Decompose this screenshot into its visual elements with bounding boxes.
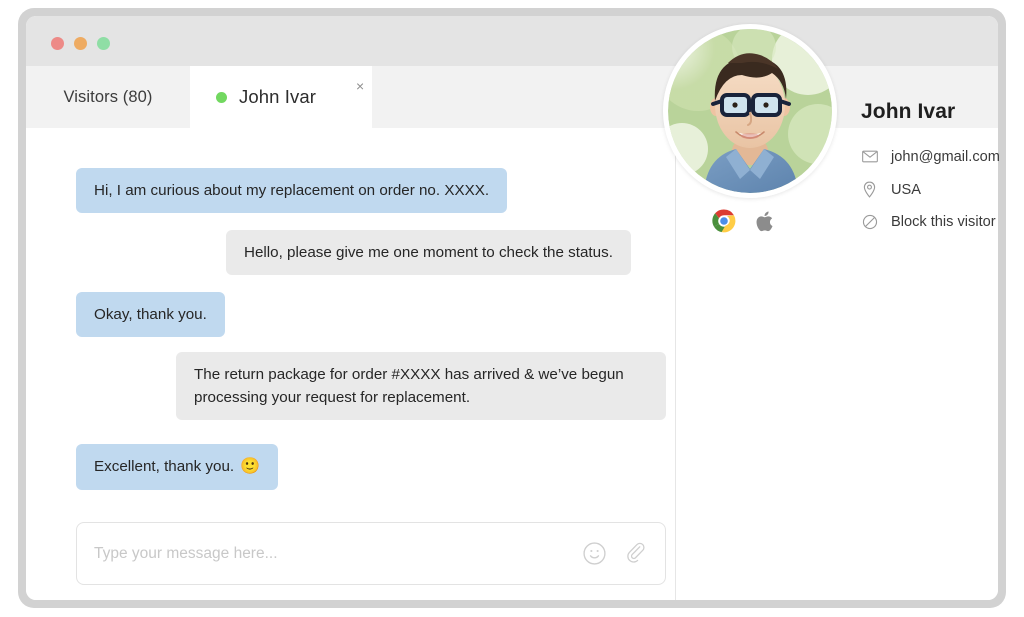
profile-email-row: john@gmail.com — [861, 148, 1000, 165]
message-text: Hi, I am curious about my replacement on… — [94, 182, 490, 199]
message-bubble-agent: Hello, please give me one moment to chec… — [226, 230, 631, 276]
visitor-info-sidebar: Transcript Transfer chat — [676, 128, 998, 600]
window-minimize-button[interactable] — [74, 37, 87, 50]
close-icon[interactable]: × — [356, 79, 364, 93]
block-visitor-row[interactable]: Block this visitor — [861, 213, 996, 230]
message-bubble-agent: The return package for order #XXXX has a… — [176, 352, 666, 421]
tab-john-ivar[interactable]: John Ivar — [190, 66, 372, 128]
message-list: Hi, I am curious about my replacement on… — [26, 128, 675, 508]
window-maximize-button[interactable] — [97, 37, 110, 50]
message-bubble-visitor: Excellent, thank you. 🙂 — [76, 444, 279, 491]
attachment-icon[interactable] — [623, 541, 649, 567]
tab-visitors[interactable]: Visitors (80) — [26, 66, 190, 128]
message-text: Okay, thank you. — [94, 306, 207, 323]
message-row: Hello, please give me one moment to chec… — [226, 230, 631, 276]
visitor-tech-icons — [712, 209, 774, 238]
chrome-icon — [712, 209, 736, 238]
titlebar — [26, 16, 998, 66]
message-row: The return package for order #XXXX has a… — [176, 352, 666, 421]
message-text: Excellent, thank you. — [94, 458, 235, 475]
tab-john-ivar-label: John Ivar — [239, 86, 316, 107]
window-frame: Visitors (80) John Ivar × Hi, I am curio… — [18, 8, 1006, 608]
message-input[interactable] — [77, 544, 581, 563]
message-row: Okay, thank you. — [76, 292, 225, 338]
smiley-emoji-icon: 🙂 — [240, 458, 261, 475]
profile-email-value: john@gmail.com — [891, 148, 1000, 165]
block-icon — [861, 213, 878, 230]
avatar — [663, 24, 837, 198]
tab-visitors-label: Visitors (80) — [63, 87, 153, 106]
message-bubble-visitor: Hi, I am curious about my replacement on… — [76, 168, 508, 214]
online-status-icon — [216, 91, 227, 103]
block-visitor-label: Block this visitor — [891, 213, 996, 230]
app-window: Visitors (80) John Ivar × Hi, I am curio… — [26, 16, 1000, 600]
message-composer[interactable] — [76, 522, 666, 585]
message-bubble-visitor: Okay, thank you. — [76, 292, 225, 338]
map-pin-icon — [861, 181, 878, 198]
envelope-icon — [861, 148, 878, 165]
message-row: Excellent, thank you. 🙂 — [76, 444, 279, 491]
message-text: The return package for order #XXXX has a… — [194, 366, 624, 407]
chat-pane: Hi, I am curious about my replacement on… — [26, 128, 675, 600]
message-text: Hello, please give me one moment to chec… — [244, 244, 613, 261]
tab-bar: Visitors (80) John Ivar × — [26, 66, 998, 128]
window-close-button[interactable] — [51, 37, 64, 50]
profile-location-value: USA — [891, 181, 922, 198]
profile-location-row: USA — [861, 181, 921, 198]
message-row: Hi, I am curious about my replacement on… — [76, 168, 508, 214]
emoji-icon[interactable] — [581, 541, 607, 567]
profile-name: John Ivar — [861, 100, 956, 123]
apple-icon — [755, 210, 774, 238]
